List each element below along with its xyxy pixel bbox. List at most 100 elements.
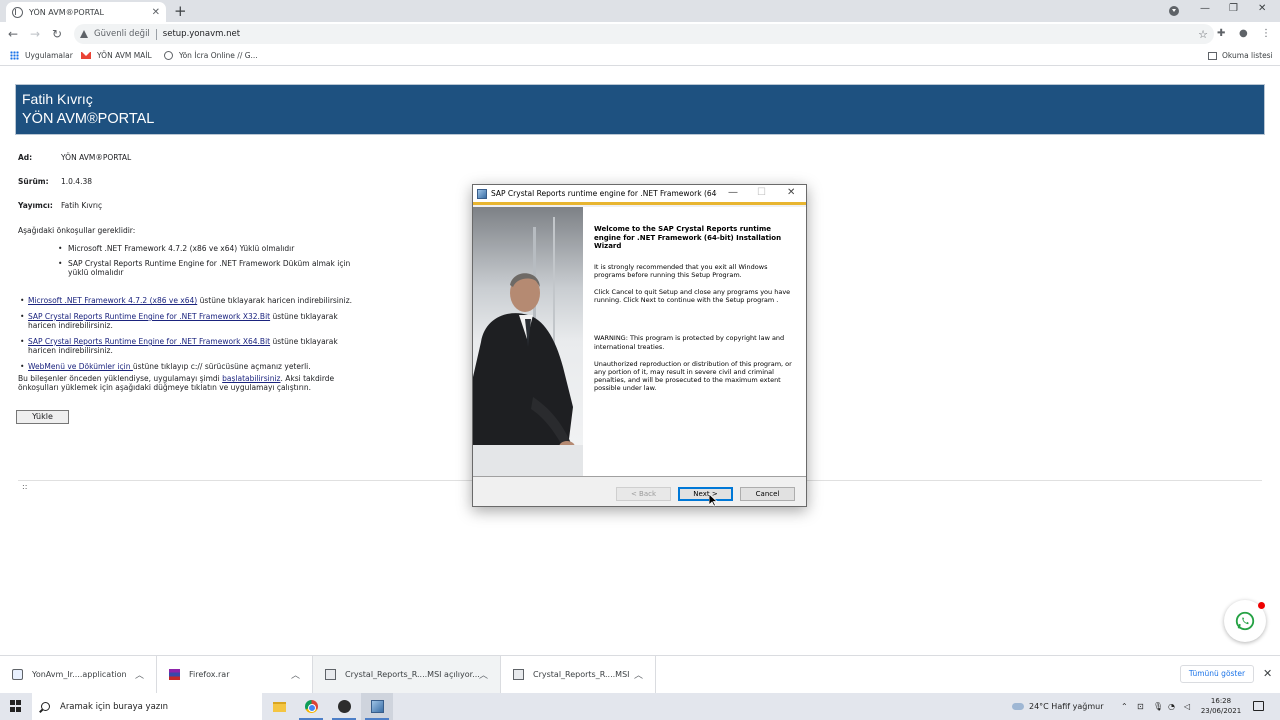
chevron-up-icon[interactable]: ⌃ <box>1121 693 1128 720</box>
forward-arrow-icon[interactable]: → <box>30 26 40 42</box>
security-status[interactable]: Güvenli değil <box>94 29 150 39</box>
dialog-accent-bar <box>473 202 806 205</box>
bookmark-star-icon[interactable]: ☆ <box>1198 28 1208 41</box>
notification-center-icon[interactable] <box>1253 701 1264 711</box>
back-arrow-icon[interactable]: ← <box>8 26 18 42</box>
chevron-up-icon[interactable]: ︿ <box>291 668 300 681</box>
tab-search-icon[interactable] <box>1169 6 1179 16</box>
extensions-icon[interactable]: ✚ <box>1217 28 1225 40</box>
installer-icon <box>370 700 384 713</box>
windows-taskbar: Aramak için buraya yazın 24°C Hafif yağm… <box>0 693 1280 720</box>
back-button[interactable]: < Back <box>616 487 671 501</box>
note-text: Bu bileşenler önceden yüklendiyse, uygul… <box>18 374 223 383</box>
wizard-warning: WARNING: This program is protected by co… <box>594 334 785 351</box>
wizard-paragraph: Click Cancel to quit Setup and close any… <box>594 287 791 305</box>
microphone-icon[interactable]: 🎙 <box>1153 693 1163 720</box>
close-shelf-icon[interactable]: ✕ <box>1263 667 1272 680</box>
dialog-close-icon[interactable]: ✕ <box>787 187 795 198</box>
speaker-icon[interactable]: ◁ <box>1184 693 1190 720</box>
next-button[interactable]: Next > <box>678 487 733 501</box>
chevron-up-icon[interactable]: ︿ <box>479 668 488 681</box>
download-item-rar[interactable]: Firefox.rar ︿ <box>157 656 313 693</box>
field-version: Sürüm: 1.0.4.38 <box>18 177 92 186</box>
field-publisher: Yayımcı: Fatih Kıvrıç <box>18 201 102 210</box>
field-name: Ad: YÖN AVM®PORTAL <box>18 153 131 162</box>
chevron-up-icon[interactable]: ︿ <box>135 668 144 681</box>
field-value: YÖN AVM®PORTAL <box>61 153 132 162</box>
bookmark-label: YÖN AVM MAİL <box>97 51 152 60</box>
field-key: Sürüm: <box>18 177 49 186</box>
network-tray-icon[interactable]: ⊡ <box>1137 693 1144 720</box>
whatsapp-icon <box>1235 611 1255 631</box>
browser-tab[interactable]: YÖN AVM®PORTAL ✕ <box>6 2 166 22</box>
download-links-list: Microsoft .NET Framework 4.7.2 (x86 ve x… <box>18 296 368 378</box>
taskbar-installer[interactable] <box>361 693 393 720</box>
notification-dot <box>1258 602 1265 609</box>
dialog-titlebar[interactable]: SAP Crystal Reports runtime engine for .… <box>473 185 806 202</box>
taskbar-file-explorer[interactable] <box>263 693 295 720</box>
bookmark-icra[interactable]: Yön İcra Online // G... <box>164 51 258 60</box>
download-item: Microsoft .NET Framework 4.7.2 (x86 ve x… <box>18 296 368 305</box>
bookmark-apps[interactable]: Uygulamalar <box>10 51 73 60</box>
download-link-dotnet[interactable]: Microsoft .NET Framework 4.7.2 (x86 ve x… <box>28 296 197 305</box>
clock-time: 16:28 <box>1210 697 1232 705</box>
installer-app-icon <box>477 188 487 199</box>
tab-close-icon[interactable]: ✕ <box>152 7 160 18</box>
prereq-item: SAP Crystal Reports Runtime Engine for .… <box>58 259 358 277</box>
rar-file-icon <box>169 669 180 680</box>
restore-icon[interactable]: ❐ <box>1229 3 1238 14</box>
weather-widget[interactable]: 24°C Hafif yağmur <box>1012 693 1104 720</box>
profile-avatar-icon[interactable]: ● <box>1239 28 1248 40</box>
weather-text: 24°C Hafif yağmur <box>1029 702 1104 711</box>
apps-grid-icon <box>10 51 19 60</box>
chrome-icon <box>304 700 318 713</box>
download-item-msi-opening[interactable]: Crystal_Reports_R....MSI açılıyor... ︿ <box>313 656 501 693</box>
launch-note: Bu bileşenler önceden yüklendiyse, uygul… <box>18 374 363 392</box>
download-link-crystal-x32[interactable]: SAP Crystal Reports Runtime Engine for .… <box>28 312 270 321</box>
launch-link[interactable]: başlatabilirsiniz <box>222 374 280 383</box>
reload-icon[interactable]: ↻ <box>52 26 62 42</box>
warning-icon[interactable] <box>80 30 88 38</box>
reading-list-icon <box>1208 51 1217 60</box>
taskbar-app[interactable] <box>328 693 360 720</box>
reading-list-button[interactable]: Okuma listesi <box>1208 51 1273 60</box>
chevron-up-icon[interactable]: ︿ <box>634 668 643 681</box>
dialog-minimize-icon[interactable]: — <box>728 187 738 198</box>
reading-list-label: Okuma listesi <box>1222 51 1273 60</box>
address-bar[interactable]: Güvenli değil setup.yonavm.net ☆ <box>74 24 1214 44</box>
minimize-icon[interactable]: — <box>1200 3 1210 14</box>
close-window-icon[interactable]: ✕ <box>1258 3 1266 14</box>
bookmarks-bar: Uygulamalar YÖN AVM MAİL Yön İcra Online… <box>0 46 1280 66</box>
download-item-msi[interactable]: Crystal_Reports_R....MSI ︿ <box>501 656 656 693</box>
footer-dots: :: <box>22 482 28 491</box>
dialog-maximize-icon: ☐ <box>757 187 766 198</box>
clock-date: 23/06/2021 <box>1200 707 1242 715</box>
menu-kebab-icon[interactable]: ⋮ <box>1261 28 1271 40</box>
download-link-crystal-x64[interactable]: SAP Crystal Reports Runtime Engine for .… <box>28 337 270 346</box>
app-icon <box>337 700 351 713</box>
taskbar-search[interactable]: Aramak için buraya yazın <box>32 693 262 720</box>
prereq-intro: Aşağıdaki önkoşullar gereklidir: <box>18 226 136 235</box>
installer-dialog: SAP Crystal Reports runtime engine for .… <box>472 184 807 507</box>
dialog-text: Welcome to the SAP Crystal Reports runti… <box>594 225 796 402</box>
wifi-icon[interactable]: ◔ <box>1168 693 1175 720</box>
download-item: SAP Crystal Reports Runtime Engine for .… <box>18 312 368 330</box>
cancel-button[interactable]: Cancel <box>740 487 795 501</box>
folder-icon <box>272 701 286 712</box>
install-button[interactable]: Yükle <box>16 410 69 424</box>
download-link-webmenu[interactable]: WebMenü ve Dökümler için <box>28 362 133 371</box>
windows-start-icon[interactable] <box>10 700 22 712</box>
download-item-application[interactable]: YonAvm_Ir....application ︿ <box>0 656 157 693</box>
new-tab-button[interactable]: + <box>174 3 187 19</box>
tab-strip: YÖN AVM®PORTAL ✕ + — ❐ ✕ <box>0 0 1280 22</box>
globe-icon <box>164 51 173 60</box>
prereq-list: Microsoft .NET Framework 4.7.2 (x86 ve x… <box>58 244 358 283</box>
taskbar-chrome[interactable] <box>295 693 327 720</box>
msi-file-icon <box>325 669 336 680</box>
system-clock[interactable]: 16:28 23/06/2021 <box>1198 696 1244 716</box>
url-text[interactable]: setup.yonavm.net <box>163 29 1198 39</box>
bookmark-label: Yön İcra Online // G... <box>179 51 258 60</box>
show-all-downloads-button[interactable]: Tümünü göster <box>1180 665 1254 683</box>
dialog-body: Welcome to the SAP Crystal Reports runti… <box>473 207 806 476</box>
bookmark-mail[interactable]: YÖN AVM MAİL <box>81 51 152 60</box>
